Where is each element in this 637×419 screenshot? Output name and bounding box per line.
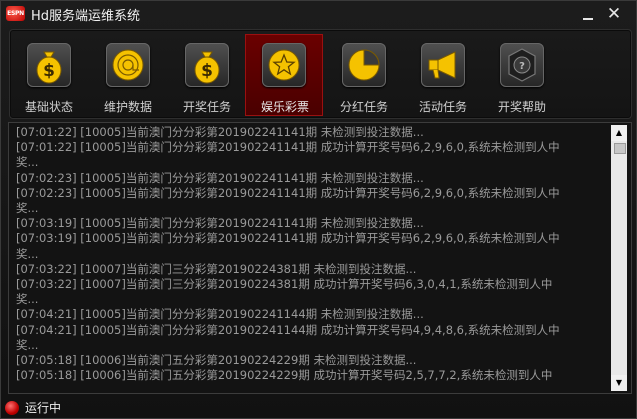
tool-maintain-data[interactable]: 维护数据 [89, 34, 167, 116]
close-button[interactable]: ✕ [604, 4, 624, 24]
app-window: ESPN Hd服务端运维系统 ✕ $ 基础状态 维护数据 $ 开奖任务 娱乐彩票… [0, 0, 637, 419]
main-toolbar: $ 基础状态 维护数据 $ 开奖任务 娱乐彩票 分红任务 活动任务 ? 开奖帮助 [9, 29, 632, 119]
tool-label: 基础状态 [24, 100, 73, 114]
window-title: Hd服务端运维系统 [31, 9, 141, 24]
log-line: [07:04:21] [10005]当前澳门分分彩第201902241144期 … [16, 322, 560, 337]
svg-text:$: $ [201, 61, 213, 81]
log-line: 奖... [16, 201, 39, 216]
money-bag-icon: $ [27, 43, 71, 87]
tool-label: 开奖帮助 [497, 100, 546, 114]
log-line: [07:01:22] [10005]当前澳门分分彩第201902241141期 … [16, 140, 560, 155]
app-logo: ESPN [6, 6, 25, 21]
pie-chart-icon [342, 43, 386, 87]
log-line: 奖... [16, 155, 39, 170]
scroll-down-arrow-icon[interactable]: ▼ [611, 375, 627, 391]
log-line: [07:05:18] [10006]当前澳门五分彩第20190224229期 成… [16, 368, 553, 383]
tool-draw-help[interactable]: ? 开奖帮助 [483, 34, 561, 116]
tool-activity-task[interactable]: 活动任务 [404, 34, 482, 116]
tool-draw-task[interactable]: $ 开奖任务 [168, 34, 246, 116]
log-line: [07:03:19] [10005]当前澳门分分彩第201902241141期 … [16, 231, 560, 246]
tool-label: 活动任务 [418, 100, 467, 114]
minimize-button[interactable] [578, 4, 598, 24]
log-line: [07:05:18] [10006]当前澳门五分彩第20190224229期 未… [16, 353, 417, 368]
log-line: [07:02:23] [10005]当前澳门分分彩第201902241141期 … [16, 185, 560, 200]
tool-basic-status[interactable]: $ 基础状态 [10, 34, 88, 116]
log-line: [07:04:21] [10005]当前澳门分分彩第201902241144期 … [16, 307, 424, 322]
at-sign-icon [106, 43, 150, 87]
status-text: 运行中 [25, 401, 62, 415]
tool-label: 维护数据 [103, 100, 152, 114]
star-icon [262, 43, 306, 87]
scroll-up-arrow-icon[interactable]: ▲ [611, 125, 627, 141]
tool-label: 分红任务 [339, 100, 388, 114]
log-line: [07:02:23] [10005]当前澳门分分彩第201902241141期 … [16, 170, 424, 185]
tool-entertainment-lottery[interactable]: 娱乐彩票 [245, 34, 323, 116]
log-scrollbar[interactable]: ▲ ▼ [611, 125, 627, 391]
log-line: [07:01:22] [10005]当前澳门分分彩第201902241141期 … [16, 125, 424, 139]
status-indicator-icon [5, 401, 19, 415]
megaphone-icon [421, 43, 465, 87]
status-bar: 运行中 [1, 396, 636, 418]
tool-label: 娱乐彩票 [260, 100, 309, 114]
svg-text:?: ? [519, 61, 525, 72]
log-line: [07:03:19] [10005]当前澳门分分彩第201902241141期 … [16, 216, 424, 231]
log-line: [07:03:22] [10007]当前澳门三分彩第20190224381期 成… [16, 277, 553, 292]
svg-text:$: $ [43, 61, 55, 81]
tool-dividend-task[interactable]: 分红任务 [325, 34, 403, 116]
log-line: 奖... [16, 292, 39, 307]
minimize-icon [583, 18, 593, 20]
log-panel[interactable]: [07:01:22] [10005]当前澳门分分彩第201902241141期 … [8, 122, 632, 394]
log-line: [07:03:22] [10007]当前澳门三分彩第20190224381期 未… [16, 261, 417, 276]
help-badge-icon: ? [500, 43, 544, 87]
title-bar: ESPN Hd服务端运维系统 ✕ [1, 1, 636, 27]
log-line: 奖... [16, 337, 39, 352]
money-bag-icon: $ [185, 43, 229, 87]
scroll-thumb[interactable] [614, 143, 626, 154]
log-list: [07:01:22] [10005]当前澳门分分彩第201902241141期 … [16, 125, 606, 383]
log-line: 奖... [16, 246, 39, 261]
tool-label: 开奖任务 [182, 100, 231, 114]
